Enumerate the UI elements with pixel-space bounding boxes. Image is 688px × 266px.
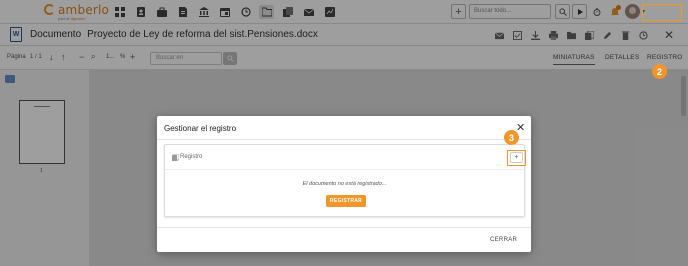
divider <box>157 139 531 140</box>
registro-tab-highlight <box>642 4 682 21</box>
manage-registry-dialog: Gestionar el registro ✕ Registro + El do… <box>157 116 531 252</box>
registry-card-title: Registro <box>180 154 203 160</box>
divider <box>165 169 524 170</box>
divider <box>157 227 531 228</box>
add-button-highlight <box>507 150 526 166</box>
registry-card: Registro + El documento no está registra… <box>164 144 526 217</box>
registry-icon <box>172 154 179 161</box>
close-button[interactable]: CERRAR <box>490 237 517 243</box>
step-callout-3: 3 <box>504 130 519 145</box>
register-button[interactable]: REGISTRAR <box>326 195 366 207</box>
step-callout-2: 2 <box>652 64 667 79</box>
not-registered-message: El documento no está registrado... <box>302 181 387 187</box>
dialog-title: Gestionar el registro <box>164 124 237 133</box>
